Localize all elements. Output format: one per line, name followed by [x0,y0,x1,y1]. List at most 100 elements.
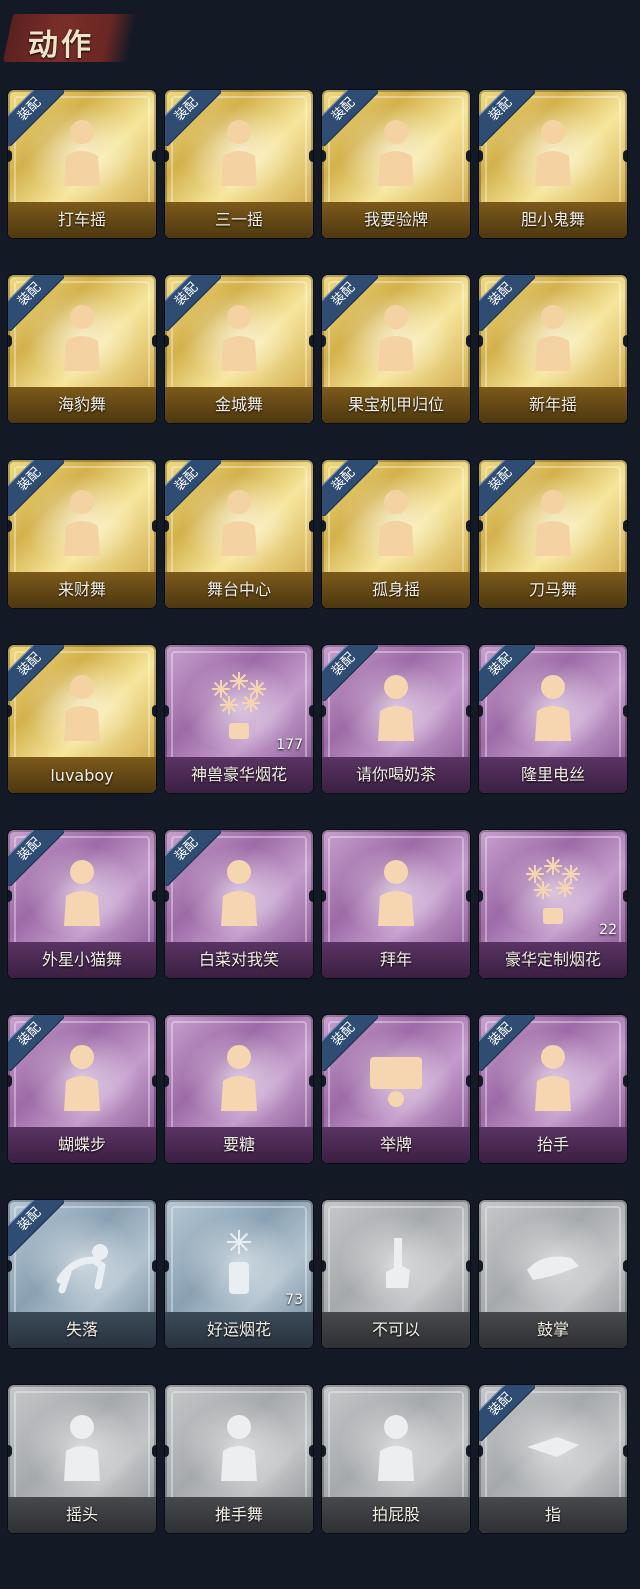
equip-badge: 装配 [8,460,64,516]
equip-badge-wrap: 装配 [8,90,64,146]
action-card[interactable]: 不可以 [322,1200,470,1348]
card-notch [165,705,169,717]
equip-badge-wrap: 装配 [322,460,378,516]
firecracker-icon [199,1222,279,1302]
action-card[interactable]: 推手舞 [165,1385,313,1533]
card-notch [309,1075,313,1087]
action-card[interactable]: 来财舞 装配 [8,460,156,608]
equip-badge-wrap: 装配 [479,90,535,146]
card-notch [479,335,483,347]
equip-badge: 装配 [479,460,535,516]
equip-badge: 装配 [165,460,221,516]
action-card[interactable]: 73 好运烟花 [165,1200,313,1348]
card-notch [466,1445,470,1457]
action-card[interactable]: 新年摇 装配 [479,275,627,423]
card-notch [165,150,169,162]
action-card[interactable]: 失落 装配 [8,1200,156,1348]
action-card[interactable]: 隆里电丝 装配 [479,645,627,793]
action-label: 金城舞 [214,395,263,414]
card-notch [466,1260,470,1272]
action-label: luvaboy [50,766,114,785]
action-card[interactable]: 果宝机甲归位 装配 [322,275,470,423]
equip-badge-wrap: 装配 [8,1015,64,1071]
card-notch [152,1445,156,1457]
action-card[interactable]: 举牌 装配 [322,1015,470,1163]
equip-badge: 装配 [8,90,64,146]
action-card[interactable]: 拍屁股 [322,1385,470,1533]
action-label: 我要验牌 [363,210,428,229]
action-card[interactable]: 鼓掌 [479,1200,627,1348]
card-notch [8,150,12,162]
equip-badge: 装配 [8,645,64,701]
equip-badge-wrap: 装配 [165,460,221,516]
action-label: 新年摇 [528,395,577,414]
card-notch [309,890,313,902]
action-card[interactable]: 指 装配 [479,1385,627,1533]
action-label: 抬手 [536,1135,569,1154]
equip-badge-wrap: 装配 [479,645,535,701]
equip-badge-wrap: 装配 [165,275,221,331]
action-label: 白菜对我笑 [198,950,279,969]
action-label: 鼓掌 [536,1320,569,1339]
equip-badge-wrap: 装配 [322,1015,378,1071]
action-card[interactable]: 舞台中心 装配 [165,460,313,608]
action-card[interactable]: 要糖 [165,1015,313,1163]
action-card[interactable]: 蝴蝶步 装配 [8,1015,156,1163]
card-notch [165,1445,169,1457]
equip-badge-wrap: 装配 [322,275,378,331]
action-label: 指 [544,1505,561,1524]
action-label: 举牌 [379,1135,412,1154]
action-card[interactable]: 拜年 [322,830,470,978]
action-card[interactable]: 孤身摇 装配 [322,460,470,608]
equip-badge-wrap: 装配 [165,830,221,886]
action-label: 不可以 [371,1320,420,1339]
equip-badge: 装配 [165,830,221,886]
card-notch [479,1075,483,1087]
action-card[interactable]: 177 神兽豪华烟花 [165,645,313,793]
card-notch [8,705,12,717]
action-card[interactable]: 摇头 [8,1385,156,1533]
card-notch [623,1445,627,1457]
action-card[interactable]: 刀马舞 装配 [479,460,627,608]
action-card[interactable]: 白菜对我笑 装配 [165,830,313,978]
card-notch [479,1445,483,1457]
card-notch [152,1075,156,1087]
action-label: 外星小猫舞 [41,950,122,969]
equip-badge: 装配 [479,90,535,146]
card-notch [479,150,483,162]
item-count: 22 [599,922,617,938]
action-label: 舞台中心 [206,580,271,599]
action-card[interactable]: 金城舞 装配 [165,275,313,423]
figure-icon [199,1407,279,1487]
card-notch [623,1075,627,1087]
card-notch [322,1260,326,1272]
action-label: 隆里电丝 [520,765,585,784]
action-card[interactable]: 打车摇 装配 [8,90,156,238]
action-grid: 打车摇 装配 三一摇 装配 我要验牌 装配 胆小鬼舞 装配 海豹舞 装配 金城舞 装配 果宝机甲归位 装配… [8,90,627,1533]
equip-badge-wrap: 装配 [479,1015,535,1071]
card-notch [479,520,483,532]
action-label: 果宝机甲归位 [347,395,444,414]
card-notch [322,150,326,162]
action-card[interactable]: 三一摇 装配 [165,90,313,238]
action-card[interactable]: 海豹舞 装配 [8,275,156,423]
action-card[interactable]: 我要验牌 装配 [322,90,470,238]
action-card[interactable]: luvaboy 装配 [8,645,156,793]
action-card[interactable]: 请你喝奶茶 装配 [322,645,470,793]
action-label: 拍屁股 [371,1505,420,1524]
card-notch [8,1260,12,1272]
equip-badge: 装配 [8,275,64,331]
equip-badge: 装配 [165,275,221,331]
card-notch [623,335,627,347]
action-card[interactable]: 22 豪华定制烟花 [479,830,627,978]
card-notch [8,520,12,532]
action-card[interactable]: 抬手 装配 [479,1015,627,1163]
equip-badge: 装配 [8,830,64,886]
card-notch [152,890,156,902]
action-label: 来财舞 [57,580,106,599]
card-notch [152,1260,156,1272]
equip-badge: 装配 [479,275,535,331]
action-card[interactable]: 胆小鬼舞 装配 [479,90,627,238]
action-card[interactable]: 外星小猫舞 装配 [8,830,156,978]
figure-icon [356,1407,436,1487]
